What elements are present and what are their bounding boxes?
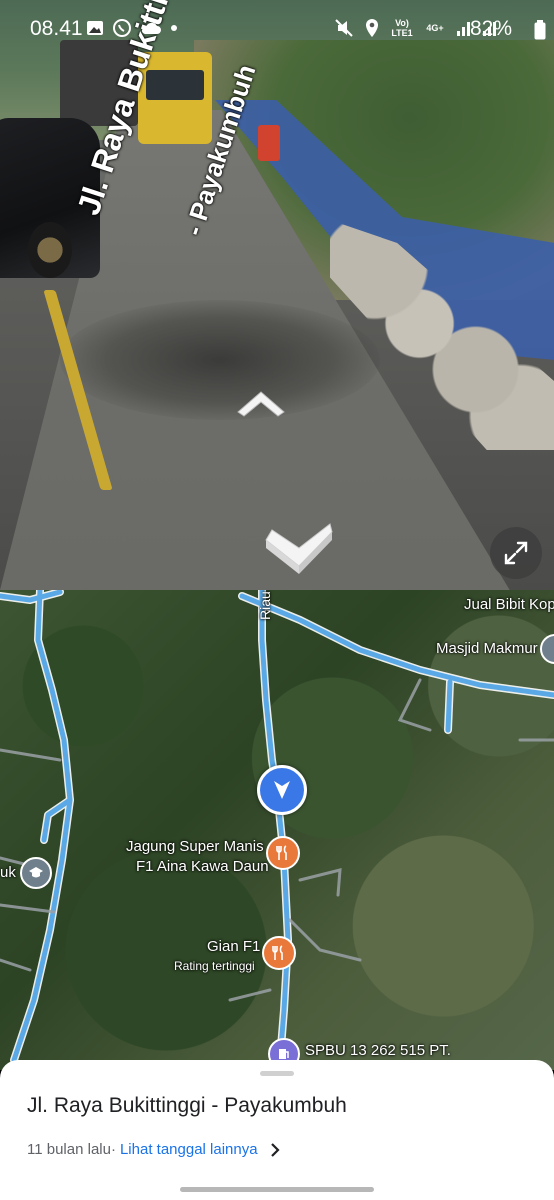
expand-icon — [504, 541, 528, 565]
poi-label-masjid[interactable]: Masjid Makmur — [436, 640, 538, 657]
battery-percent: 82% — [470, 17, 513, 40]
poi-label-spbu[interactable]: SPBU 13 262 515 PT. — [305, 1042, 451, 1059]
satellite-map[interactable]: Riau Jual Bibit Kop Masjid Makmur Jagung… — [0, 590, 554, 1070]
gesture-nav-bar[interactable] — [180, 1187, 374, 1192]
sheet-title: Jl. Raya Bukittinggi - Payakumbuh — [27, 1094, 347, 1117]
cloud-icon — [141, 22, 161, 34]
gallery-icon — [87, 21, 103, 35]
sheet-drag-handle[interactable] — [260, 1071, 294, 1076]
notification-icons — [86, 18, 178, 38]
chevron-right-icon[interactable] — [270, 1142, 280, 1157]
poi-label-edu[interactable]: uk — [0, 864, 16, 881]
poi-label-gian[interactable]: Gian F1 — [207, 938, 260, 955]
chevron-down-icon[interactable] — [264, 522, 334, 578]
poi-rating-gian: Rating tertinggi — [174, 959, 255, 973]
road-label-riau: Riau — [257, 591, 273, 620]
lte-indicator: Vo) LTE1 — [391, 18, 413, 38]
location-icon — [366, 19, 378, 37]
current-location-marker[interactable] — [257, 765, 307, 815]
4g-indicator: 4G+ — [426, 23, 444, 33]
road-network — [0, 590, 554, 1064]
expand-button[interactable] — [490, 527, 542, 579]
status-time: 08.41 — [30, 17, 83, 40]
camera-shadow — [60, 300, 380, 420]
poi-label-jagung-line1[interactable]: Jagung Super Manis — [126, 838, 264, 855]
restaurant-icon[interactable] — [266, 836, 300, 870]
restaurant-icon[interactable] — [262, 936, 296, 970]
battery-icon — [534, 20, 546, 40]
street-view-panorama[interactable]: Jl. Raya Bukittinggi - Payakumbuh 08.41 — [0, 0, 554, 590]
road-barrier — [258, 125, 280, 161]
dot-icon — [171, 25, 177, 31]
mute-icon — [335, 19, 353, 37]
see-more-dates-link[interactable]: Lihat tanggal lainnya — [120, 1141, 258, 1158]
poi-label-jagung-line2[interactable]: F1 Aina Kawa Daun — [136, 858, 269, 875]
sheet-meta: 11 bulan lalu · Lihat tanggal lainnya — [27, 1141, 280, 1158]
info-bottom-sheet[interactable]: Jl. Raya Bukittinggi - Payakumbuh 11 bul… — [0, 1060, 554, 1200]
meta-separator: · — [110, 1141, 116, 1158]
chevron-up-icon[interactable] — [236, 386, 286, 418]
direction-arrow-icon — [274, 781, 290, 799]
poi-label-jual-bibit[interactable]: Jual Bibit Kop — [464, 596, 554, 613]
school-icon[interactable] — [20, 857, 52, 889]
capture-date: 11 bulan lalu — [27, 1141, 111, 1158]
car-wheel — [28, 222, 72, 278]
whatsapp-icon — [113, 19, 131, 37]
truck-windshield — [146, 70, 204, 100]
status-bar: 08.41 Vo) LTE1 4G+ 82% — [0, 0, 554, 60]
